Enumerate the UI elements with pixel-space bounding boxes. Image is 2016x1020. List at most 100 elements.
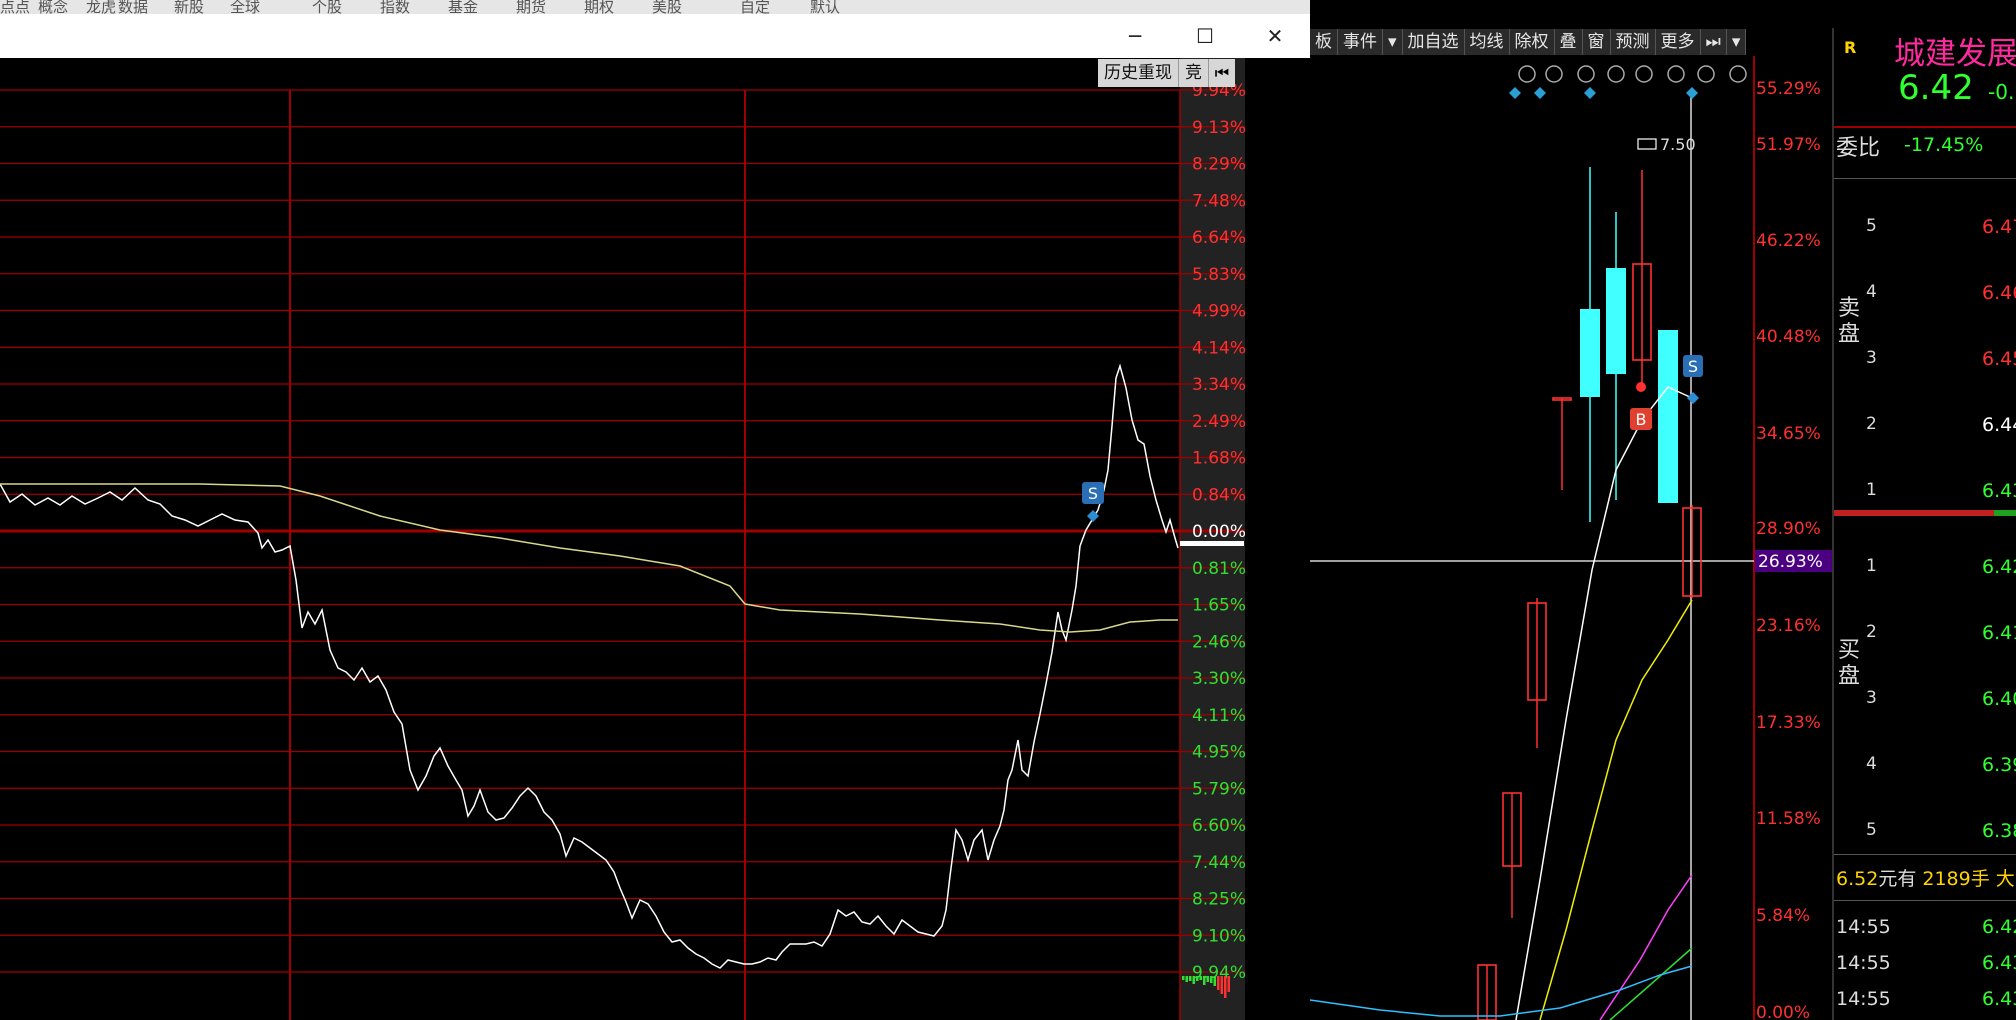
top-tab[interactable]: 新股 (174, 0, 204, 14)
volume-bar (1182, 976, 1185, 980)
tick-price: 6.43 (1982, 988, 2016, 1010)
weibi-value: -17.45% (1904, 134, 1984, 156)
top-tab[interactable]: 个股 (312, 0, 342, 14)
top-tab[interactable]: 全球 (230, 0, 260, 14)
toolbar-item[interactable]: ▾ (1383, 29, 1403, 55)
toolbar-item[interactable]: 均线 (1464, 29, 1510, 55)
r-badge: R (1844, 38, 1857, 57)
top-tab[interactable]: 期货 (516, 0, 546, 14)
eraser-icon[interactable] (1607, 65, 1625, 83)
ratio-bar-sell (1834, 510, 1994, 516)
price-line (0, 363, 1179, 969)
ask-price: 6.47 (1982, 216, 2016, 238)
current-price: 6.42 (1898, 68, 1974, 108)
ratio-bar-buy (1994, 510, 2016, 516)
top-tab[interactable]: 数据 (118, 0, 148, 14)
ma10-line (1539, 599, 1693, 1020)
axis-label: 9.13% (1192, 118, 1245, 138)
axis-label: 0.00% (1192, 522, 1245, 542)
intraday-chart[interactable]: 9.94%9.13%8.29%7.48%6.64%5.83%4.99%4.14%… (0, 58, 1245, 1020)
top-tab[interactable]: 龙虎 (86, 0, 116, 14)
bid-auction-button[interactable]: 竞 (1179, 59, 1209, 87)
kline-axis-label: 40.48% (1756, 327, 1821, 347)
axis-label: 8.29% (1192, 155, 1245, 175)
top-tab[interactable]: 指数 (380, 0, 410, 14)
ask-level: 5 (1866, 216, 1877, 236)
top-tab[interactable]: 期权 (584, 0, 614, 14)
bid-price: 6.41 (1982, 622, 2016, 644)
sell-marker: S (1688, 357, 1698, 376)
volume-bar (1196, 976, 1199, 981)
toolbar-item[interactable]: 预测 (1610, 29, 1656, 55)
kline-axis-label: 55.29% (1756, 79, 1821, 99)
hand-icon[interactable] (1635, 65, 1653, 83)
kline-axis-label: 0.00% (1756, 1003, 1810, 1020)
axis-label: 1.68% (1192, 449, 1245, 469)
maximize-icon: ☐ (1196, 24, 1214, 48)
zoom-out-icon[interactable] (1729, 65, 1747, 83)
volume-bar (1224, 976, 1227, 998)
axis-label: 9.10% (1192, 926, 1245, 946)
top-tab[interactable]: 美股 (652, 0, 682, 14)
axis-label: 4.11% (1192, 706, 1245, 726)
volume-bar (1220, 976, 1223, 994)
tick-price: 6.43 (1982, 952, 2016, 974)
buy-marker: B (1636, 410, 1647, 429)
top-tab[interactable]: 自定 (740, 0, 770, 14)
top-tab[interactable]: 默认 (810, 0, 840, 14)
eye-icon[interactable] (1577, 65, 1595, 83)
volume-bar (1185, 976, 1188, 982)
toolbar-item[interactable]: 事件 (1338, 29, 1383, 55)
volume-bar (1206, 976, 1209, 982)
axis-label: 4.14% (1192, 338, 1245, 358)
axis-label: 4.99% (1192, 302, 1245, 322)
big-order-tail: 大 (1995, 868, 2015, 890)
kline-axis-label: 23.16% (1756, 616, 1821, 636)
kline-axis-label: 34.65% (1756, 424, 1821, 444)
gear-icon[interactable] (1518, 65, 1536, 83)
lock-icon[interactable] (1667, 65, 1685, 83)
sell-side-label: 卖盘 (1838, 296, 1861, 347)
volume-bar (1213, 976, 1216, 986)
skip-back-icon[interactable]: ⏮ (1209, 59, 1235, 87)
top-tab[interactable]: 概念 (38, 0, 68, 14)
stock-name: 城建发展 (1894, 36, 2016, 72)
event-diamond (1584, 87, 1596, 99)
toolbar-item[interactable]: 叠 (1554, 29, 1583, 55)
zoom-in-icon[interactable] (1697, 65, 1715, 83)
top-tab[interactable]: 点点 (0, 0, 30, 14)
kline-axis-label: 5.84% (1756, 906, 1810, 926)
tick-price: 6.42 (1982, 916, 2016, 938)
ask-level: 1 (1866, 480, 1877, 500)
minimize-button[interactable]: ─ (1106, 14, 1164, 58)
toolbar-item[interactable]: 板 (1310, 29, 1338, 55)
kline-chart[interactable]: 55.29% 51.97% 46.22% 40.48% 34.65% 28.90% 23.1… (1310, 56, 1832, 1020)
ask-price: 6.43 (1982, 480, 2016, 502)
axis-label: 8.25% (1192, 890, 1245, 910)
bid-level: 3 (1866, 688, 1877, 708)
pen-icon[interactable] (1545, 65, 1563, 83)
big-order-line: 6.52元有 2189手 大 (1836, 864, 2015, 891)
toolbar-item[interactable]: ▾ (1726, 29, 1747, 55)
toolbar-item[interactable]: 加自选 (1402, 29, 1465, 55)
buy-dot (1636, 382, 1646, 392)
top-tab[interactable]: 基金 (448, 0, 478, 14)
axis-label: 3.30% (1192, 669, 1245, 689)
ma60-line (1310, 965, 1693, 1017)
toolbar-item[interactable]: 窗 (1582, 29, 1611, 55)
toolbar-item[interactable]: 除权 (1509, 29, 1555, 55)
toolbar-item[interactable]: ⏭ (1700, 29, 1727, 55)
kline-toolbar: 板事件 ▾ 加自选 均线 除权叠窗预测 更多 ⏭ ▾ (1310, 28, 1750, 56)
ask-price: 6.44 (1982, 414, 2016, 436)
axis-label: 0.81% (1192, 559, 1245, 579)
tick-time: 14:55 (1836, 952, 1891, 974)
axis-label: 4.95% (1192, 743, 1245, 763)
big-order-mid: 元有 (1878, 868, 1917, 890)
history-replay-button[interactable]: 历史重现 (1098, 59, 1179, 87)
kline-axis-label: 46.22% (1756, 231, 1821, 251)
close-button[interactable]: ✕ (1246, 14, 1304, 58)
toolbar-item[interactable]: 更多 (1655, 29, 1701, 55)
kline-axis-label: 51.97% (1756, 135, 1821, 155)
volume-bar (1199, 976, 1202, 980)
maximize-button[interactable]: ☐ (1176, 14, 1234, 58)
